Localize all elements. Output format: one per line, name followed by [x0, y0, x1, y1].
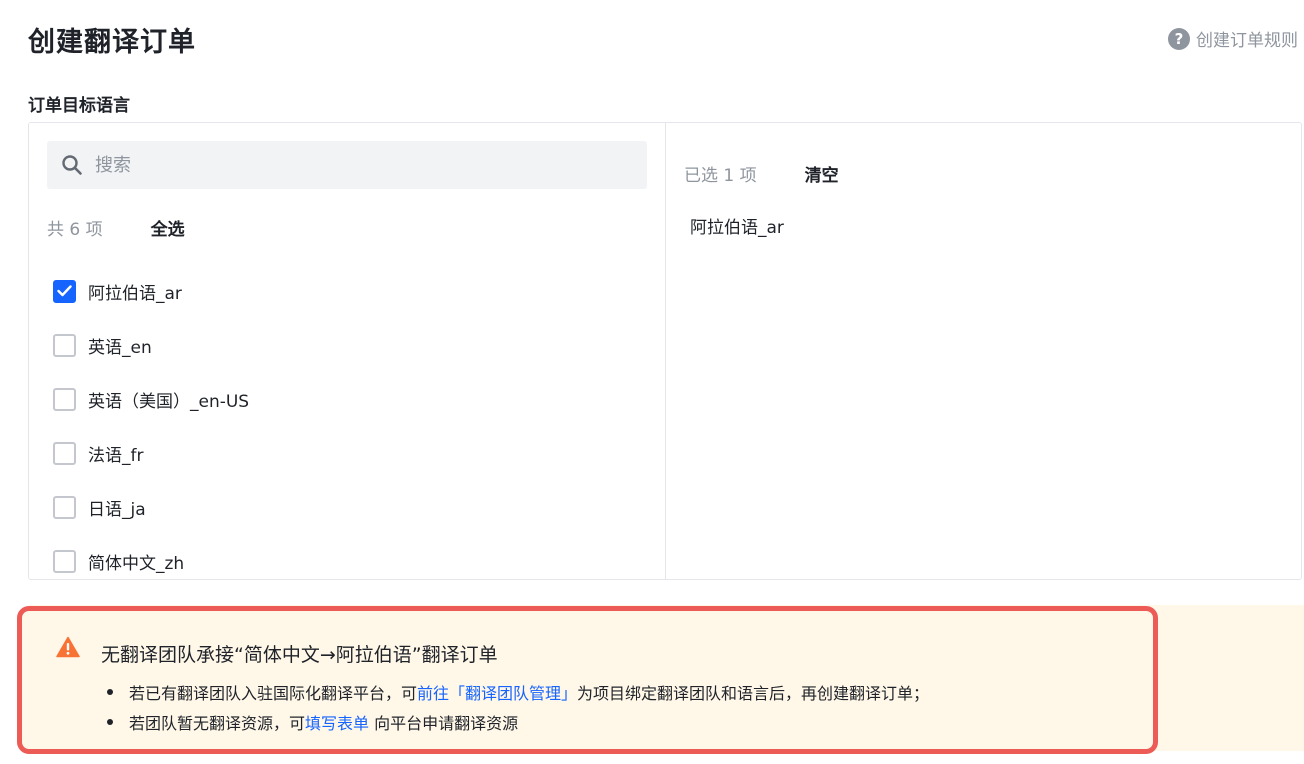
fill-form-link[interactable]: 填写表单 [305, 710, 369, 734]
transfer-target-panel: 已选 1 项 清空 阿拉伯语_ar [666, 123, 1301, 579]
language-option-en[interactable]: 英语_en [53, 318, 249, 372]
clear-button[interactable]: 清空 [805, 161, 839, 186]
checkbox[interactable] [53, 441, 76, 465]
selected-item-ar: 阿拉伯语_ar [690, 217, 784, 238]
create-order-rules-link[interactable]: ? 创建订单规则 [1168, 26, 1298, 51]
alert-item: 若团队暂无翻译资源，可 填写表单 向平台申请翻译资源 [107, 707, 929, 737]
warning-alert: 无翻译团队承接“简体中文→阿拉伯语”翻译订单 若已有翻译团队入驻国际化翻译平台，… [17, 606, 1158, 754]
checkbox[interactable] [53, 549, 76, 573]
option-label: 英语（美国）_en-US [88, 391, 250, 412]
language-transfer: 共 6 项 全选 阿拉伯语_ar 英语_en 英语（美国）_en-US [28, 122, 1302, 580]
alert-text: 若团队暂无翻译资源，可 [129, 714, 306, 733]
language-option-zh[interactable]: 简体中文_zh [53, 534, 249, 588]
search-box [47, 141, 647, 189]
alert-item: 若已有翻译团队入驻国际化翻译平台，可 前往「翻译团队管理」 为项目绑定翻译团队和语言… [107, 677, 929, 707]
transfer-source-panel: 共 6 项 全选 阿拉伯语_ar 英语_en 英语（美国）_en-US [29, 123, 666, 579]
page-title: 创建翻译订单 [28, 27, 196, 58]
option-label: 简体中文_zh [88, 553, 185, 574]
source-list-header: 共 6 项 全选 [47, 215, 185, 240]
option-label: 日语_ja [88, 499, 146, 520]
team-management-link[interactable]: 前往「翻译团队管理」 [417, 680, 577, 704]
alert-text: 若已有翻译团队入驻国际化翻译平台，可 [129, 684, 418, 703]
language-option-en-us[interactable]: 英语（美国）_en-US [53, 372, 249, 426]
selected-count: 已选 1 项 [684, 166, 757, 186]
selected-list: 阿拉伯语_ar [690, 211, 784, 239]
option-label: 阿拉伯语_ar [88, 283, 182, 304]
create-order-rules-label: 创建订单规则 [1196, 31, 1298, 51]
checkbox[interactable] [53, 387, 76, 411]
search-icon [62, 155, 82, 175]
alert-text: 向平台申请翻译资源 [369, 714, 519, 733]
select-all-button[interactable]: 全选 [151, 215, 185, 240]
option-label: 英语_en [88, 337, 152, 358]
language-option-ja[interactable]: 日语_ja [53, 480, 249, 534]
checkbox[interactable] [53, 279, 76, 303]
warning-icon [56, 636, 80, 658]
alert-list: 若已有翻译团队入驻国际化翻译平台，可 前往「翻译团队管理」 为项目绑定翻译团队和语言… [107, 677, 929, 737]
checkbox[interactable] [53, 333, 76, 357]
option-label: 法语_fr [88, 445, 144, 466]
total-count: 共 6 项 [47, 220, 103, 240]
help-icon: ? [1168, 27, 1190, 50]
language-options: 阿拉伯语_ar 英语_en 英语（美国）_en-US 法语_fr 日语_ja 简… [53, 264, 249, 588]
alert-text: 为项目绑定翻译团队和语言后，再创建翻译订单； [577, 684, 930, 703]
checkbox[interactable] [53, 495, 76, 519]
selected-list-header: 已选 1 项 清空 [684, 161, 839, 186]
check-icon [57, 285, 72, 297]
search-input[interactable] [95, 154, 615, 176]
alert-title: 无翻译团队承接“简体中文→阿拉伯语”翻译订单 [101, 644, 498, 666]
target-language-label: 订单目标语言 [28, 96, 130, 116]
language-option-ar[interactable]: 阿拉伯语_ar [53, 264, 249, 318]
language-option-fr[interactable]: 法语_fr [53, 426, 249, 480]
